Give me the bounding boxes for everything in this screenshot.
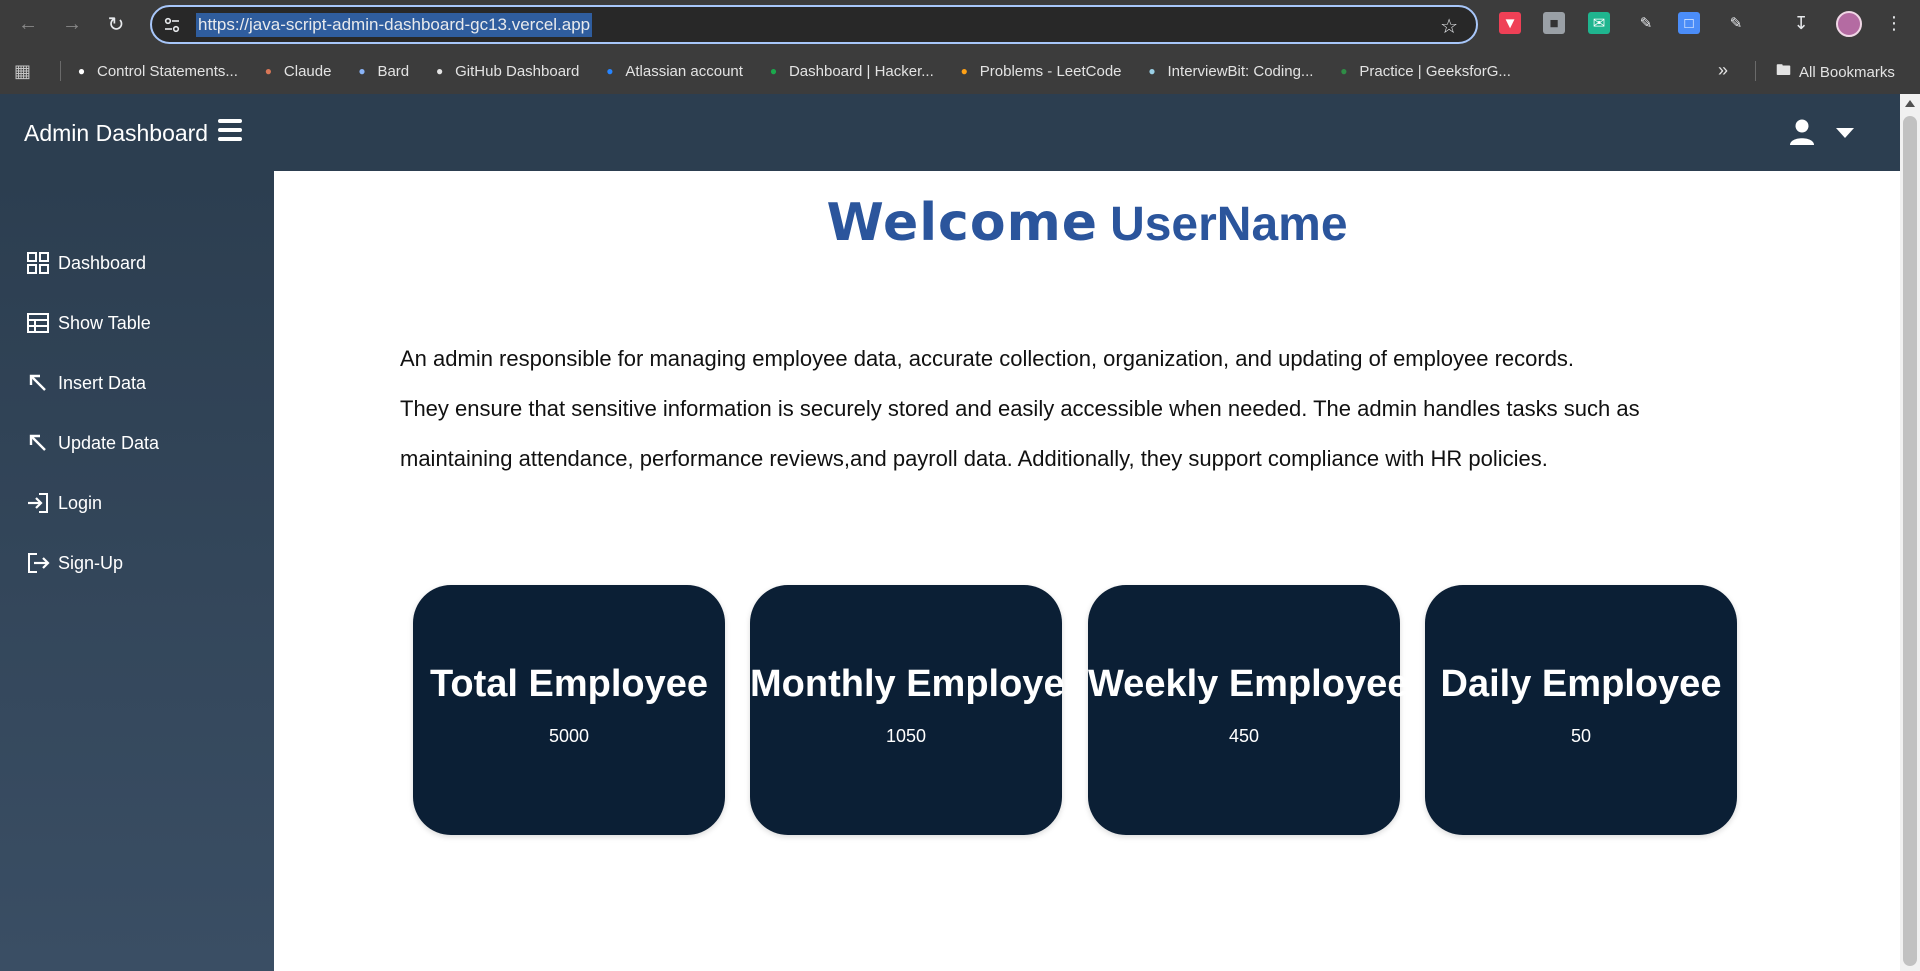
sidebar-item-label: Update Data bbox=[58, 432, 160, 453]
sidebar-item-update-data[interactable]: Update Data bbox=[26, 431, 159, 455]
bookmark-label: GitHub Dashboard bbox=[455, 62, 580, 80]
extension-icon[interactable]: ■ bbox=[1543, 12, 1565, 34]
stat-card-total: Total Employee 5000 bbox=[413, 585, 725, 835]
menu-toggle-icon[interactable] bbox=[218, 119, 242, 141]
description: An admin responsible for managing employ… bbox=[400, 334, 1700, 484]
profile-avatar[interactable] bbox=[1836, 11, 1862, 37]
description-line: An admin responsible for managing employ… bbox=[400, 346, 1575, 371]
eyedropper-extension-icon[interactable]: ✎ bbox=[1635, 12, 1657, 34]
arrow-up-left-icon bbox=[29, 434, 46, 451]
sidebar-item-label: Show Table bbox=[58, 312, 151, 333]
main-content: Welcome UserName An admin responsible for… bbox=[274, 171, 1900, 971]
forward-icon[interactable]: → bbox=[50, 0, 94, 48]
card-value: 50 bbox=[1570, 726, 1592, 746]
bookmark-label: Practice | GeeksforG... bbox=[1359, 62, 1511, 80]
url-text[interactable]: https://java-script-admin-dashboard-gc13… bbox=[196, 12, 593, 37]
more-bookmarks-icon[interactable]: » bbox=[1718, 60, 1728, 81]
table-icon bbox=[27, 313, 49, 333]
bookmarks-divider bbox=[1755, 61, 1756, 81]
sidebar-item-label: Insert Data bbox=[58, 372, 147, 393]
page-title: Welcome UserName bbox=[274, 193, 1900, 253]
scrollbar-thumb[interactable] bbox=[1903, 116, 1917, 966]
bookmark-label: Control Statements... bbox=[97, 62, 238, 80]
card-title: Daily Employee bbox=[1440, 663, 1722, 705]
welcome-text: Welcome bbox=[826, 193, 1099, 253]
all-bookmarks-button[interactable]: 🖿 All Bookmarks bbox=[1776, 60, 1895, 85]
hackerrank-icon: ● bbox=[769, 64, 778, 78]
bookmark-label: InterviewBit: Coding... bbox=[1167, 62, 1314, 80]
bookmark-item[interactable]: ● GitHub Dashboard bbox=[431, 63, 579, 80]
grid-icon bbox=[27, 252, 49, 274]
card-value: 5000 bbox=[548, 726, 590, 746]
scroll-up-icon[interactable] bbox=[1905, 100, 1915, 107]
mail-extension-icon[interactable]: ✉ bbox=[1588, 12, 1610, 34]
reload-icon[interactable]: ↻ bbox=[94, 0, 138, 48]
geeksforgeeks-icon: ● bbox=[1340, 64, 1348, 78]
description-line: maintaining attendance, performance revi… bbox=[400, 446, 1548, 471]
login-icon bbox=[28, 493, 48, 513]
interviewbit-icon: ● bbox=[1148, 64, 1156, 78]
bookmark-item[interactable]: ● Control Statements... bbox=[73, 63, 238, 80]
card-title: Weekly Employee bbox=[1088, 663, 1409, 705]
download-icon[interactable]: ↧ bbox=[1790, 12, 1812, 34]
sidebar-item-show-table[interactable]: Show Table bbox=[26, 311, 151, 335]
bookmark-label: Bard bbox=[377, 62, 410, 80]
app-header: Admin Dashboard bbox=[0, 94, 1900, 171]
sidebar-item-login[interactable]: Login bbox=[26, 491, 102, 515]
bookmark-star-icon[interactable]: ☆ bbox=[1440, 14, 1458, 39]
user-icon[interactable] bbox=[1788, 118, 1816, 146]
site-settings-icon[interactable] bbox=[152, 16, 192, 34]
bookmark-item[interactable]: ● InterviewBit: Coding... bbox=[1144, 62, 1314, 80]
sidebar-item-dashboard[interactable]: Dashboard bbox=[26, 251, 146, 275]
bookmark-item[interactable]: ● Practice | GeeksforG... bbox=[1335, 62, 1511, 80]
bookmark-label: Claude bbox=[283, 62, 332, 80]
arrow-up-left-icon bbox=[29, 374, 46, 391]
page-scrollbar[interactable] bbox=[1900, 94, 1920, 971]
all-bookmarks-label: All Bookmarks bbox=[1799, 64, 1895, 81]
chevron-down-icon[interactable] bbox=[1836, 128, 1854, 138]
github-icon: ● bbox=[436, 64, 444, 78]
bookmark-label: Problems - LeetCode bbox=[979, 62, 1122, 80]
docs-extension-icon[interactable]: □ bbox=[1678, 12, 1700, 34]
sidebar-item-insert-data[interactable]: Insert Data bbox=[26, 371, 146, 395]
bookmarks-bar: ▦ ● Control Statements... ● Claude ● Bard ● Git… bbox=[0, 48, 1920, 94]
claude-icon: ● bbox=[264, 64, 273, 78]
bookmark-item[interactable]: ● Claude bbox=[260, 63, 332, 80]
bookmarks-divider bbox=[60, 61, 61, 81]
openai-icon: ● bbox=[77, 64, 86, 78]
bard-icon: ● bbox=[358, 64, 366, 78]
sidebar-item-label: Login bbox=[58, 492, 103, 513]
sidebar-item-label: Dashboard bbox=[58, 252, 147, 273]
bookmark-item[interactable]: ● Atlassian account bbox=[601, 63, 743, 80]
browser-toolbar: ← → ↻ https://java-script-admin-dashboar… bbox=[0, 0, 1920, 48]
stat-card-weekly: Weekly Employee 450 bbox=[1088, 585, 1409, 835]
bookmark-label: Dashboard | Hacker... bbox=[788, 62, 934, 80]
pocket-extension-icon[interactable]: ▼ bbox=[1499, 12, 1521, 34]
brand-title[interactable]: Admin Dashboard bbox=[24, 120, 208, 147]
logout-icon bbox=[28, 553, 50, 573]
card-title: Total Employee bbox=[429, 663, 709, 705]
description-line: They ensure that sensitive information i… bbox=[400, 396, 1640, 421]
stat-card-monthly: Monthly Employee 1050 bbox=[750, 585, 1086, 835]
card-value: 1050 bbox=[885, 726, 927, 746]
bookmark-item[interactable]: ● Problems - LeetCode bbox=[956, 63, 1122, 80]
username-text: UserName bbox=[1110, 198, 1348, 251]
back-icon[interactable]: ← bbox=[6, 0, 50, 48]
stat-card-daily: Daily Employee 50 bbox=[1425, 585, 1737, 835]
sidebar: Dashboard Show Table Insert Data Update … bbox=[0, 171, 274, 971]
extensions-puzzle-icon[interactable]: ✎ bbox=[1725, 12, 1747, 34]
chrome-menu-icon[interactable]: ⋮ bbox=[1883, 12, 1905, 34]
atlassian-icon: ● bbox=[606, 64, 614, 78]
card-value: 450 bbox=[1228, 726, 1260, 746]
bookmark-item[interactable]: ● Bard bbox=[353, 63, 409, 80]
folder-icon: 🖿 bbox=[1776, 62, 1792, 79]
card-title: Monthly Employee bbox=[750, 663, 1086, 705]
bookmark-label: Atlassian account bbox=[625, 62, 743, 80]
sidebar-item-label: Sign-Up bbox=[58, 552, 124, 573]
sidebar-item-sign-up[interactable]: Sign-Up bbox=[26, 551, 123, 575]
address-bar[interactable]: https://java-script-admin-dashboard-gc13… bbox=[150, 5, 1478, 44]
apps-grid-icon[interactable]: ▦ bbox=[14, 61, 54, 82]
leetcode-icon: ● bbox=[960, 64, 968, 78]
bookmark-item[interactable]: ● Dashboard | Hacker... bbox=[765, 63, 934, 80]
